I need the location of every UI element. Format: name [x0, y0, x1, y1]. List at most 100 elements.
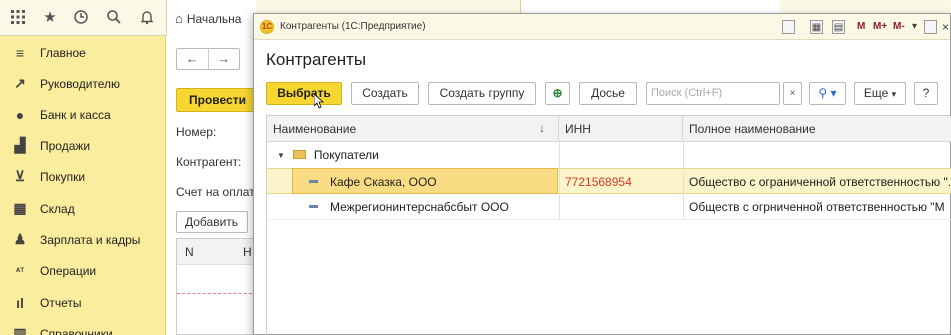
add-button[interactable]: Добавить: [176, 211, 248, 233]
inn-cell: 7721568954: [565, 175, 632, 189]
sidebar-item-label: Зарплата и кадры: [40, 232, 141, 247]
column-divider: [683, 142, 684, 220]
doc-icon[interactable]: [782, 20, 795, 34]
tab-home-label: Начальна: [186, 12, 242, 26]
sidebar-item-purchases[interactable]: ⊻ Покупки: [0, 161, 166, 192]
sidebar-item-salary[interactable]: ♟ Зарплата и кадры: [0, 224, 166, 255]
back-arrow-icon[interactable]: ←: [177, 49, 209, 69]
table-row-selected[interactable]: Кафе Сказка, ООО 7721568954 Общество с о…: [267, 168, 951, 194]
dialog-titlebar: 1С Контрагенты (1С:Предприятие) ▦ ▤ M M+…: [254, 14, 950, 40]
column-header-full-name[interactable]: Полное наименование: [683, 116, 951, 142]
tab-home[interactable]: ⌂ Начальна: [166, 0, 256, 36]
clear-search-button[interactable]: ×: [783, 82, 802, 105]
page-title: Контрагенты: [266, 50, 367, 69]
person-icon: ♟: [13, 231, 27, 247]
home-icon: ⌂: [175, 11, 183, 26]
more-button[interactable]: Еще ▾: [854, 82, 906, 105]
sidebar: ≡ Главное ↗ Руководителю ● Банк и касса …: [0, 36, 166, 335]
copy-button[interactable]: ⊕: [545, 82, 570, 105]
sort-down-icon[interactable]: ↓: [539, 121, 545, 135]
mouse-cursor-icon: [314, 94, 324, 109]
calculator-icon[interactable]: ▦: [810, 20, 823, 34]
bag-icon: ▟: [14, 137, 26, 153]
sidebar-item-manager[interactable]: ↗ Руководителю: [0, 68, 166, 99]
bell-icon[interactable]: [138, 9, 156, 27]
inn-cell: [565, 194, 681, 220]
sidebar-item-sales[interactable]: ▟ Продажи: [0, 130, 166, 161]
create-group-button[interactable]: Создать группу: [428, 82, 536, 105]
cart-icon: ⊻: [14, 168, 26, 184]
sidebar-item-main[interactable]: ≡ Главное: [0, 37, 166, 68]
counterparties-table: Наименование ↓ ИНН Полное наименование ▼…: [266, 115, 951, 335]
bar-chart-icon: ıl: [16, 294, 24, 311]
expand-triangle-icon[interactable]: ▼: [277, 151, 285, 160]
search-button[interactable]: ⚲ ▾: [809, 82, 846, 105]
memory-minus-button[interactable]: M-: [893, 20, 905, 34]
full-name-cell: Обществ с огрниченной ответственностью "…: [689, 200, 945, 214]
history-icon[interactable]: [72, 9, 90, 27]
sidebar-item-label: Продажи: [40, 138, 91, 153]
sidebar-item-label: Отчеты: [40, 295, 82, 310]
group-cell: ▼ Покупатели: [277, 142, 557, 168]
counterparty-label: Контрагент:: [176, 155, 242, 169]
number-label: Номер:: [176, 125, 217, 139]
search-input[interactable]: Поиск (Ctrl+F): [646, 82, 780, 105]
menu-chevron-icon[interactable]: ▾: [912, 20, 917, 34]
column-header-inn[interactable]: ИНН: [559, 116, 683, 142]
nav-arrows: ← →: [176, 48, 240, 70]
empty-row-marker: [177, 293, 257, 294]
forward-arrow-icon[interactable]: →: [209, 49, 240, 69]
restore-icon[interactable]: [924, 20, 937, 34]
goods-table[interactable]: N Н: [176, 238, 257, 335]
sidebar-item-warehouse[interactable]: ▦ Склад: [0, 193, 166, 224]
apps-grid-icon[interactable]: [9, 9, 27, 27]
sidebar-item-label: Банк и касса: [40, 107, 111, 122]
warehouse-icon: ▦: [13, 200, 27, 216]
sidebar-item-reports[interactable]: ıl Отчеты: [0, 287, 166, 318]
help-button[interactable]: ?: [914, 82, 938, 105]
name-cell: Кафе Сказка, ООО: [292, 168, 558, 194]
sidebar-item-label: Справочники: [40, 326, 113, 335]
command-bar: Выбрать Создать Создать группу ⊕ Досье П…: [254, 82, 950, 110]
memory-plus-button[interactable]: M+: [873, 20, 887, 34]
star-icon[interactable]: ★: [41, 9, 59, 27]
folder-icon: [292, 150, 306, 160]
search-icon: ⚲ ▾: [818, 86, 837, 100]
table-row[interactable]: ▼ Покупатели: [267, 142, 951, 168]
post-button[interactable]: Провести: [176, 88, 256, 112]
document-form: ← → Провести Номер: Контрагент: Счет на …: [166, 36, 257, 335]
calendar-icon[interactable]: ▤: [832, 20, 845, 34]
close-icon[interactable]: ×: [942, 20, 949, 34]
trend-icon: ↗: [14, 75, 26, 91]
menu-lines-icon: ≡: [15, 44, 25, 61]
sidebar-item-catalogs[interactable]: ▥ Справочники: [0, 318, 166, 335]
sidebar-item-operations[interactable]: ᴬᵀ Операции: [0, 255, 166, 286]
group-name: Покупатели: [313, 148, 379, 162]
sidebar-item-label: Операции: [40, 263, 97, 278]
create-button[interactable]: Создать: [351, 82, 419, 105]
memory-m-button[interactable]: M: [857, 20, 865, 34]
window-title: Контрагенты (1С:Предприятие): [280, 21, 426, 32]
chevron-down-icon: ▾: [891, 89, 897, 99]
counterparties-dialog: 1С Контрагенты (1С:Предприятие) ▦ ▤ M M+…: [253, 13, 951, 335]
sidebar-item-bank[interactable]: ● Банк и касса: [0, 99, 166, 130]
invoice-label: Счет на оплат: [176, 185, 255, 199]
copy-doc-icon: ⊕: [552, 86, 563, 100]
search-icon[interactable]: [105, 9, 123, 27]
book-icon: ▥: [13, 325, 27, 335]
sidebar-item-label: Руководителю: [40, 76, 121, 91]
sidebar-item-label: Покупки: [40, 169, 86, 184]
more-label: Еще: [863, 86, 889, 100]
full-name-cell: Общество с ограниченной ответственностью…: [689, 175, 951, 189]
column-header-name[interactable]: Наименование: [267, 116, 559, 142]
dossier-button[interactable]: Досье: [579, 82, 637, 105]
name-value: Межрегионинтерснабсбыт ООО: [330, 200, 509, 214]
column-divider: [559, 142, 560, 220]
table-row[interactable]: Межрегионинтерснабсбыт ООО Обществ с огр…: [267, 194, 951, 220]
sidebar-item-label: Склад: [40, 201, 75, 216]
name-cell: Межрегионинтерснабсбыт ООО: [309, 194, 558, 220]
operations-icon: ᴬᵀ: [15, 265, 25, 276]
item-dash-icon: [309, 205, 318, 209]
sidebar-item-label: Главное: [40, 45, 86, 60]
select-button[interactable]: Выбрать: [266, 82, 342, 105]
